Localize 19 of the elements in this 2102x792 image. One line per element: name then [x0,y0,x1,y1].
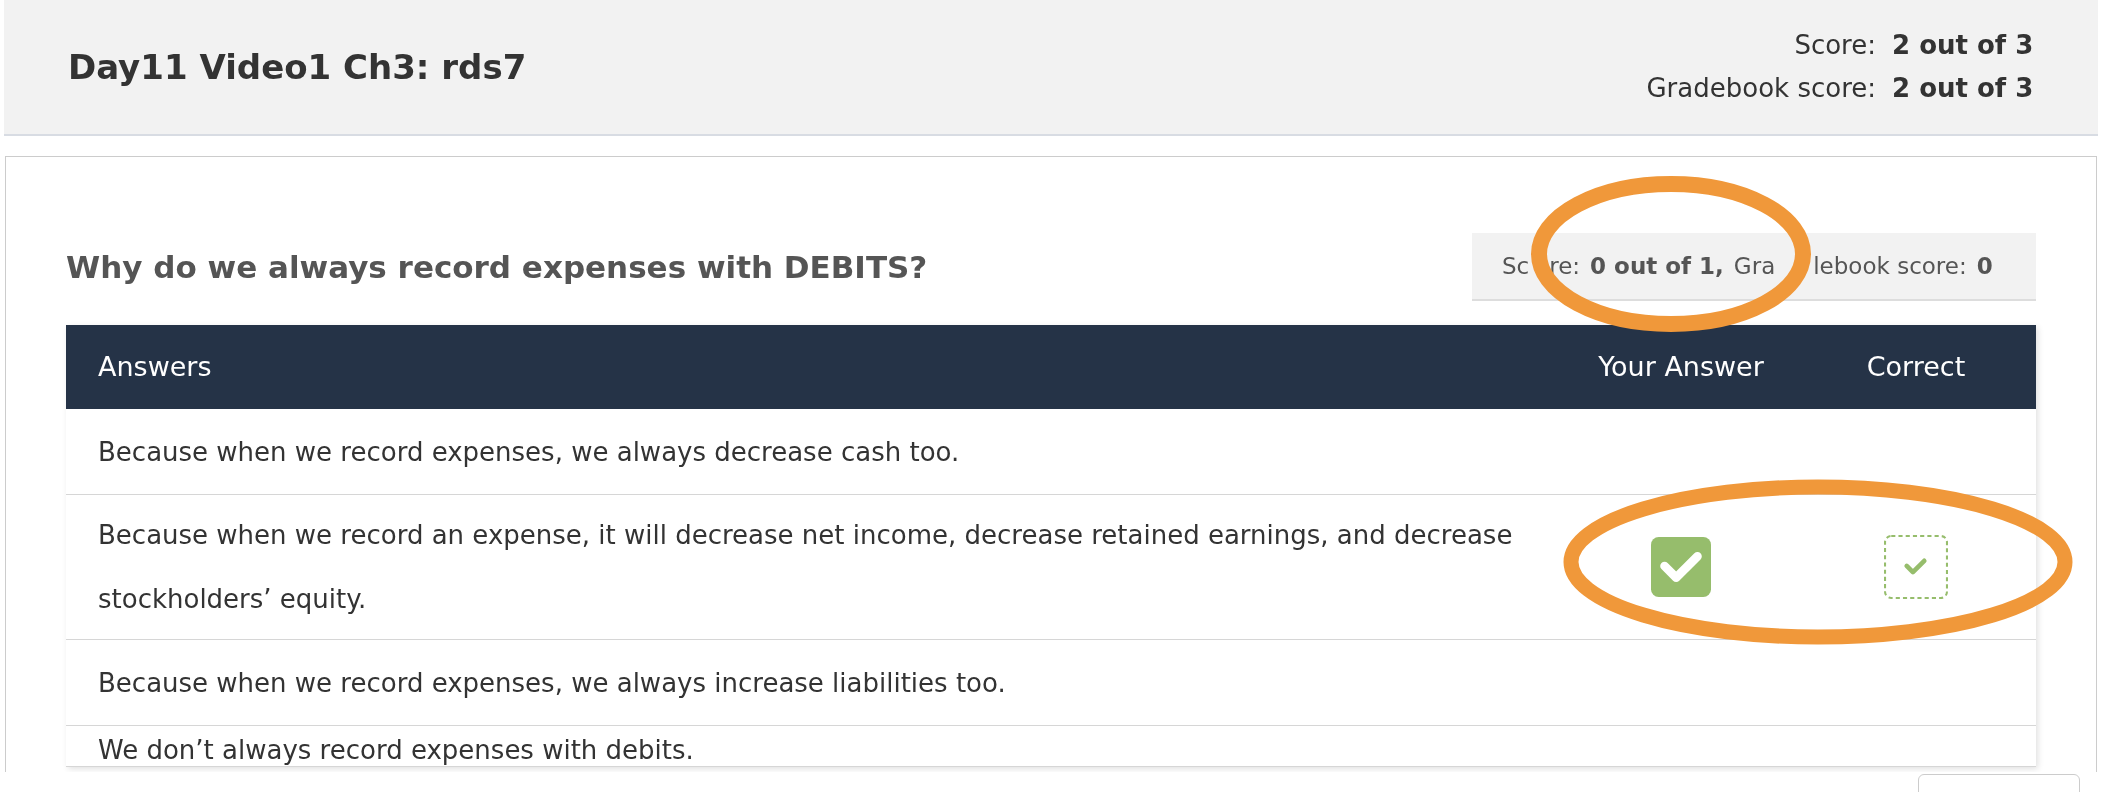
gradebook-label: Gra [1733,251,1776,281]
column-header: Correct [1865,349,1967,384]
answer-text: Because when we record an expense, it will decrease net income, decrease retained earnings, and decrease stockholders’ equity. [97,519,1514,616]
score-label: Sc [1502,251,1530,281]
score-value: 2 out of 3 [1892,29,2034,62]
score-label: re: [1549,251,1581,281]
column-header: Your Answer [1597,349,1765,384]
gradebook-label: lebook score: [1813,251,1967,281]
question-text: Why do we always record expenses with DEBITS? [66,247,928,287]
gradebook-value: 0 [1976,251,1993,281]
answer-text: Because when we record expenses, we always decrease cash too. [97,435,961,469]
answer-text: We don’t always record expenses with debits. [97,734,695,766]
page-title: Day11 Video1 Ch3: rds7 [68,45,527,89]
score-label: Gradebook score: [1646,72,1876,105]
score-label: Score: [1794,29,1876,62]
answer-text: Because when we record expenses, we always increase liabilities too. [97,666,1007,700]
score-value: 0 out of 1, [1590,251,1724,281]
score-value: 2 out of 3 [1892,72,2034,105]
column-header: Answers [97,349,213,384]
